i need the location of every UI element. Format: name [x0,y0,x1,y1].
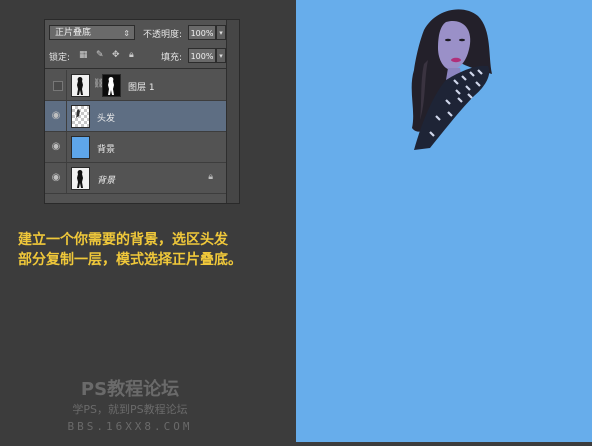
opacity-dropdown-button[interactable]: ▾ [216,25,226,40]
layer-row-background-blue[interactable]: ◉ 背景 [45,132,227,163]
layer-mask-thumbnail[interactable] [102,74,121,97]
lock-icon: 🔒︎ [208,172,213,182]
layers-panel: 正片叠底 ⇕ 不透明度: 100% ▾ 锁定: ▦ ✎ ✥ 🔒︎ 填充: 100… [44,19,240,204]
document-canvas[interactable] [296,0,592,442]
eye-icon[interactable]: ◉ [48,139,64,155]
layer-name: 头发 [97,114,116,124]
layer-name: 背景 [97,145,116,155]
panel-divider [45,68,227,69]
layer-thumbnail [71,105,90,128]
layer-thumbnail [71,74,90,97]
lock-position-icon[interactable]: ✥ [112,50,120,60]
fill-label: 填充: [161,53,183,63]
blend-mode-value: 正片叠底 [55,28,92,38]
updown-arrow-icon: ⇕ [123,29,130,38]
visibility-off-checkbox[interactable] [53,81,63,91]
blend-opacity-row: 正片叠底 ⇕ 不透明度: 100% ▾ [45,23,227,45]
layer-name: 图层 1 [128,83,155,93]
layer-thumbnail [71,136,90,159]
lock-image-pixels-icon[interactable]: ✎ [96,50,104,60]
layer-row-hair[interactable]: ◉ 头发 [45,101,227,132]
layer-row-layer1[interactable]: ⛓ 图层 1 [45,70,227,101]
layer-name: 背景 [97,176,116,186]
opacity-input[interactable]: 100% [188,25,216,40]
instruction-line-2: 部分复制一层，模式选择正片叠底。 [18,252,242,268]
lock-all-icon[interactable]: 🔒︎ [129,50,134,60]
woman-cutout-image [411,9,492,150]
blend-mode-select[interactable]: 正片叠底 ⇕ [49,25,135,40]
fill-input[interactable]: 100% [188,48,216,63]
fill-dropdown-button[interactable]: ▾ [216,48,226,63]
layer-row-background-locked[interactable]: ◉ 背景 🔒︎ [45,163,227,194]
lock-transparent-pixels-icon[interactable]: ▦ [79,50,88,60]
left-panel-area: 正片叠底 ⇕ 不透明度: 100% ▾ 锁定: ▦ ✎ ✥ 🔒︎ 填充: 100… [0,0,296,442]
layer-thumbnail [71,167,90,190]
eye-icon[interactable]: ◉ [48,108,64,124]
watermark-url: BBS.16XX8.COM [67,420,193,433]
instruction-line-1: 建立一个你需要的背景，选区头发 [18,232,228,248]
watermark-subtitle: 学PS，就到PS教程论坛 [72,403,188,416]
lock-label: 锁定: [49,53,71,63]
lock-fill-row: 锁定: ▦ ✎ ✥ 🔒︎ 填充: 100% ▾ [45,46,227,68]
panel-scrollbar[interactable] [226,20,239,203]
opacity-label: 不透明度: [143,30,183,40]
watermark-title: PS教程论坛 [80,379,180,400]
eye-icon[interactable]: ◉ [48,170,64,186]
instruction-text: 建立一个你需要的背景，选区头发 部分复制一层，模式选择正片叠底。 [18,230,294,270]
